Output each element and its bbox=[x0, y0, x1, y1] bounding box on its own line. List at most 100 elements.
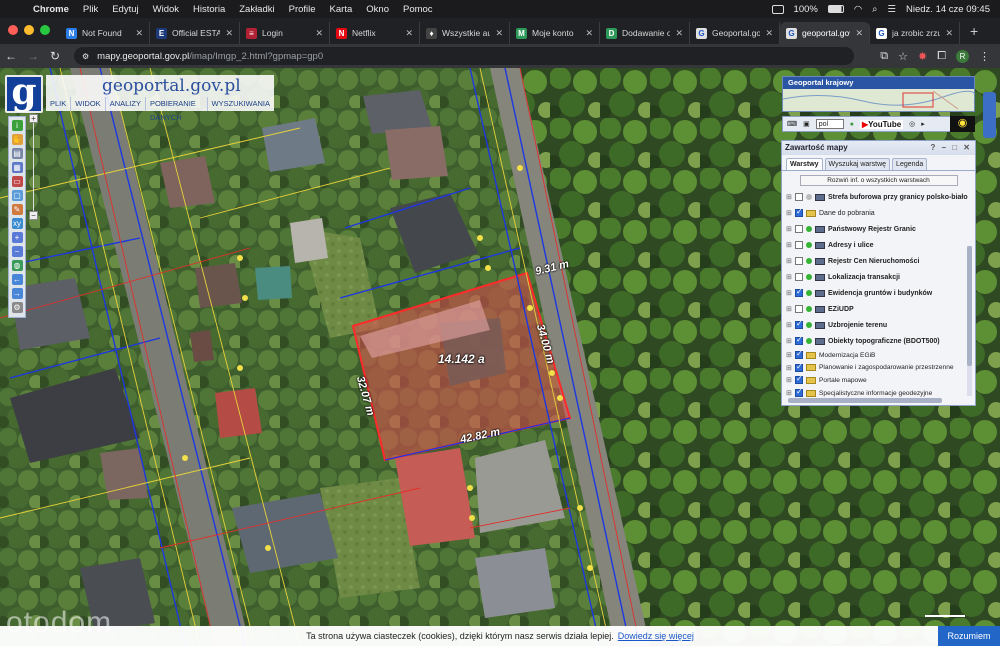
print-icon[interactable]: ▤ bbox=[11, 148, 23, 159]
cookie-accept-button[interactable]: Rozumiem bbox=[938, 626, 1000, 646]
layers-icon[interactable]: ▦ bbox=[11, 162, 23, 173]
layer-checkbox[interactable] bbox=[795, 193, 803, 201]
close-window-button[interactable] bbox=[8, 25, 18, 35]
menu-plik[interactable]: Plik bbox=[76, 4, 105, 15]
battery-icon[interactable] bbox=[827, 5, 844, 13]
layer-checkbox[interactable] bbox=[795, 387, 803, 398]
expand-icon[interactable]: ⊞ bbox=[786, 257, 792, 265]
layer-list-scrollbar[interactable] bbox=[967, 246, 972, 396]
nav-widok[interactable]: WIDOK bbox=[71, 97, 106, 111]
expand-icon[interactable]: ⊞ bbox=[786, 364, 792, 372]
layer-checkbox[interactable] bbox=[795, 374, 803, 385]
expand-icon[interactable]: ⊞ bbox=[786, 389, 792, 397]
expand-icon[interactable]: ⊞ bbox=[786, 351, 792, 359]
layer-checkbox[interactable] bbox=[795, 305, 803, 313]
menu-edytuj[interactable]: Edytuj bbox=[105, 4, 145, 15]
menu-profile[interactable]: Profile bbox=[282, 4, 323, 15]
arrow-icon[interactable]: ▸ bbox=[921, 120, 925, 128]
control-center-icon[interactable]: ☰ bbox=[887, 4, 896, 15]
menu-okno[interactable]: Okno bbox=[359, 4, 396, 15]
layer-checkbox[interactable] bbox=[795, 349, 803, 360]
expand-icon[interactable]: ⊞ bbox=[786, 321, 792, 329]
browser-tab[interactable]: Ggeoportal.gov ✕ bbox=[780, 22, 870, 44]
zoom-slider[interactable]: + − bbox=[29, 114, 39, 224]
expand-icon[interactable]: ⊞ bbox=[786, 305, 792, 313]
tab-close-icon[interactable]: ✕ bbox=[765, 28, 773, 39]
tab-close-icon[interactable]: ✕ bbox=[585, 28, 593, 39]
forward-arrow-icon[interactable]: → bbox=[11, 288, 23, 299]
layer-item[interactable]: ⊞ Adresy i ulice bbox=[782, 237, 968, 253]
layer-item[interactable]: ⊞ Strefa buforowa przy granicy polsko-bia… bbox=[782, 189, 968, 205]
map-viewport[interactable]: 14.142 a 9.31 m 34.00 m 32.07 m 42.82 m … bbox=[0, 68, 1000, 646]
address-bar[interactable]: ⚙ mapy.geoportal.gov.pl/imap/Imgp_2.html… bbox=[74, 47, 854, 65]
tab-wyszukaj-warstwe[interactable]: Wyszukaj warstwę bbox=[824, 158, 891, 170]
expand-icon[interactable]: ⊞ bbox=[786, 209, 792, 217]
settings-icon[interactable]: ⚙ bbox=[11, 302, 23, 313]
browser-tab[interactable]: M Moje konto ✕ bbox=[510, 22, 600, 44]
expand-icon[interactable]: ⊞ bbox=[786, 376, 792, 384]
expand-icon[interactable]: ⊞ bbox=[786, 241, 792, 249]
menu-widok[interactable]: Widok bbox=[146, 4, 186, 15]
keyboard-icon[interactable]: ⌨ bbox=[787, 120, 797, 128]
tab-close-icon[interactable]: ✕ bbox=[315, 28, 323, 39]
menu-pomoc[interactable]: Pomoc bbox=[396, 4, 440, 15]
layer-checkbox[interactable] bbox=[795, 241, 803, 249]
expand-icon[interactable]: ⊞ bbox=[786, 225, 792, 233]
nav-pobieranie-danych[interactable]: POBIERANIE DANYCH bbox=[146, 97, 208, 122]
layer-item[interactable]: ⊞ Planowanie i zagospodarowanie przestrze… bbox=[782, 362, 968, 375]
menu-zakladki[interactable]: Zakładki bbox=[232, 4, 281, 15]
tab-close-icon[interactable]: ✕ bbox=[855, 28, 863, 39]
reload-button[interactable]: ↻ bbox=[44, 49, 66, 63]
zoom-minus-button[interactable]: − bbox=[29, 211, 38, 220]
layer-checkbox[interactable] bbox=[795, 287, 803, 297]
layer-item[interactable]: ⊞ EZiUDP bbox=[782, 301, 968, 317]
layer-checkbox[interactable] bbox=[795, 273, 803, 281]
layer-item[interactable]: ⊞ Dane do pobrania bbox=[782, 205, 968, 221]
browser-tab[interactable]: N Netflix ✕ bbox=[330, 22, 420, 44]
nav-analizy[interactable]: ANALIZY bbox=[106, 97, 146, 111]
expand-all-button[interactable]: Rozwiń inf. o wszystkich warstwach bbox=[799, 175, 958, 186]
geoportal-logo-icon[interactable]: g bbox=[5, 74, 43, 113]
tab-search-icon[interactable]: ⌄ bbox=[988, 27, 1000, 44]
tab-legenda[interactable]: Legenda bbox=[892, 158, 928, 170]
layer-list-hscrollbar[interactable] bbox=[788, 398, 942, 403]
help-circle-icon[interactable]: ● bbox=[850, 121, 854, 128]
wifi-icon[interactable]: ◠ bbox=[854, 4, 862, 15]
layer-item[interactable]: ⊞ Ewidencja gruntów i budynków bbox=[782, 285, 968, 301]
new-tab-button[interactable]: + bbox=[960, 23, 988, 44]
zoom-in-icon[interactable]: + bbox=[11, 232, 23, 243]
browser-tab[interactable]: E Official ESTA A ✕ bbox=[150, 22, 240, 44]
back-arrow-icon[interactable]: ← bbox=[11, 274, 23, 285]
browser-tab[interactable]: ≡ Login ✕ bbox=[240, 22, 330, 44]
bookmark-star-icon[interactable]: ☆ bbox=[898, 50, 908, 63]
layer-checkbox[interactable] bbox=[795, 319, 803, 329]
area-icon[interactable]: ▢ bbox=[11, 190, 23, 201]
search-icon[interactable]: ⌕ bbox=[872, 4, 877, 15]
cookie-more-link[interactable]: Dowiedz się więcej bbox=[618, 631, 694, 641]
extensions-puzzle-icon[interactable]: ⧠ bbox=[937, 50, 946, 63]
zoom-plus-button[interactable]: + bbox=[29, 114, 38, 123]
expand-icon[interactable]: ⊞ bbox=[786, 273, 792, 281]
tab-close-icon[interactable]: ✕ bbox=[945, 28, 953, 39]
install-app-icon[interactable]: ⧉ bbox=[880, 50, 888, 63]
pan-hand-icon[interactable]: ✋ bbox=[11, 134, 23, 145]
display-settings-icon[interactable]: ▣ bbox=[803, 120, 810, 128]
expand-icon[interactable]: ⊞ bbox=[786, 337, 792, 345]
zoom-track[interactable] bbox=[33, 123, 34, 211]
minimize-window-button[interactable] bbox=[24, 25, 34, 35]
draw-icon[interactable]: ✎ bbox=[11, 204, 23, 215]
globe-icon[interactable]: ◍ bbox=[11, 260, 23, 271]
layer-checkbox[interactable] bbox=[795, 362, 803, 372]
layer-item[interactable]: ⊞ Portale mapowe bbox=[782, 374, 968, 387]
extension-icon[interactable]: ✸ bbox=[918, 50, 927, 63]
layer-item[interactable]: ⊞ Państwowy Rejestr Granic bbox=[782, 221, 968, 237]
browser-tab[interactable]: ♦ Wszystkie auk ✕ bbox=[420, 22, 510, 44]
measure-icon[interactable]: ▭ bbox=[11, 176, 23, 187]
tab-warstwy[interactable]: Warstwy bbox=[786, 158, 823, 170]
display-icon[interactable] bbox=[771, 4, 784, 14]
browser-tab[interactable]: G Geoportal.gov ✕ bbox=[690, 22, 780, 44]
layer-item[interactable]: ⊞ Modernizacja EGiB bbox=[782, 349, 968, 362]
layer-item[interactable]: ⊞ Uzbrojenie terenu bbox=[782, 317, 968, 333]
browser-tab[interactable]: D Dodawanie og ✕ bbox=[600, 22, 690, 44]
layer-item[interactable]: ⊞ Obiekty topograficzne (BDOT500) bbox=[782, 333, 968, 349]
